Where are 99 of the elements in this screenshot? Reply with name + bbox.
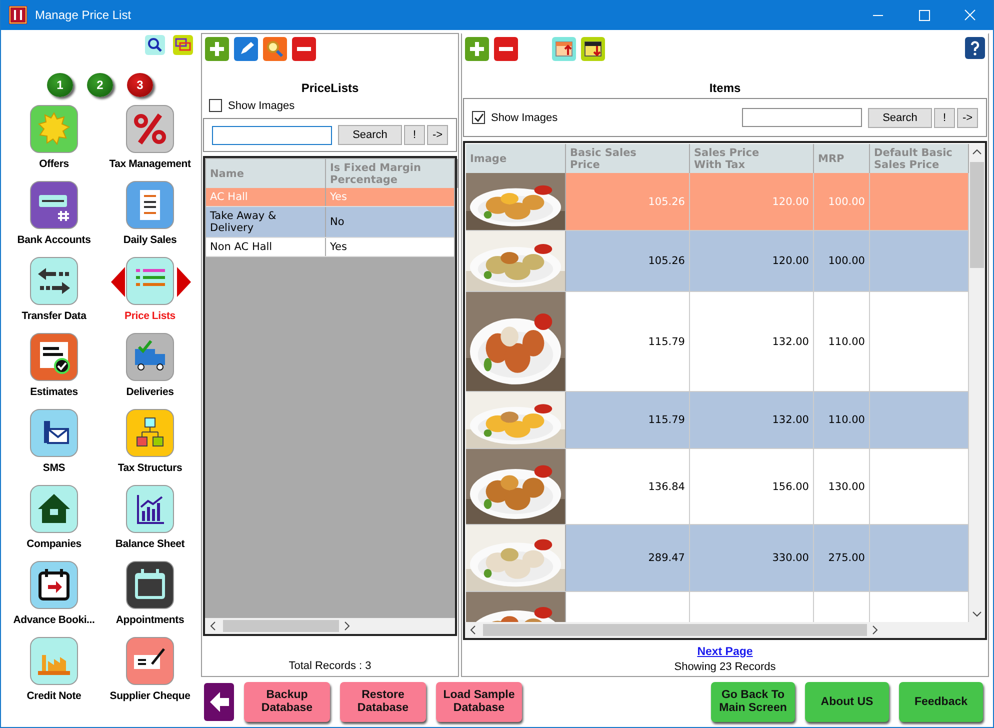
horizontal-scrollbar[interactable] — [205, 618, 455, 634]
table-row[interactable]: 115.79 132.00 110.00 — [466, 392, 969, 449]
module-icon[interactable] — [126, 561, 174, 609]
remove-icon[interactable] — [292, 37, 316, 61]
table-cell: 100.00 — [814, 173, 870, 230]
checkbox-label: Show Images — [491, 112, 558, 124]
search-button[interactable]: Search — [868, 108, 932, 128]
left-triangle-icon — [111, 267, 125, 297]
table-cell-text: Yes — [329, 190, 348, 205]
module-label: Credit Note — [26, 690, 82, 702]
table-cell: 105.26 — [566, 173, 690, 230]
action-button[interactable]: Restore Database — [340, 682, 426, 722]
action-button[interactable]: Load Sample Database — [436, 682, 522, 722]
table-cell: 115.79 — [566, 392, 690, 448]
module-icon[interactable] — [126, 409, 174, 457]
table-cell: 132.00 — [690, 292, 814, 391]
module-label: SMS — [42, 462, 66, 474]
clear-button[interactable]: ! — [404, 125, 425, 145]
page-button[interactable]: 3 — [127, 73, 153, 97]
table-cell: 100.00 — [814, 231, 870, 291]
checkbox[interactable] — [472, 111, 485, 124]
table-cell: 156.00 — [690, 449, 814, 524]
page-button[interactable]: 2 — [87, 73, 113, 97]
table-cell: 130.00 — [814, 449, 870, 524]
action-button[interactable]: Feedback — [899, 682, 983, 722]
module-label: Appointments — [116, 614, 184, 626]
table-cell: 120.00 — [690, 173, 814, 230]
module-label: Tax Management — [109, 158, 191, 170]
panel-title: PriceLists — [300, 81, 360, 95]
module-label: Tax Structurs — [118, 462, 182, 474]
module-label: Daily Sales — [123, 234, 177, 246]
record-count: Showing 23 Records — [674, 661, 776, 673]
table-cell: 105.26 — [566, 231, 690, 291]
clear-button[interactable]: ! — [934, 108, 955, 128]
scroll-thumb[interactable] — [970, 162, 984, 268]
horizontal-scrollbar[interactable] — [465, 622, 985, 638]
table-cell: 275.00 — [814, 525, 870, 591]
pencil-icon[interactable] — [234, 37, 258, 61]
table-cell: 120.00 — [690, 231, 814, 291]
module-icon[interactable] — [30, 485, 78, 533]
cutlery-icon — [9, 6, 27, 24]
table-cell: 289.47 — [566, 525, 690, 591]
table-cell: Take Away & Delivery — [206, 207, 326, 237]
search-icon[interactable] — [263, 37, 287, 61]
module-label: Companies — [26, 538, 82, 550]
table-cell: 330.00 — [690, 525, 814, 591]
module-label: Bank Accounts — [17, 234, 91, 246]
next-button[interactable]: -> — [427, 125, 448, 145]
module-label: Price Lists — [124, 310, 176, 322]
table-row[interactable]: 136.84 156.00 130.00 — [466, 449, 969, 525]
module-label: Supplier Cheque — [110, 690, 190, 702]
search-icon[interactable] — [145, 35, 165, 55]
module-label: Balance Sheet — [115, 538, 185, 550]
table-cell: 115.79 — [566, 292, 690, 391]
add-icon[interactable] — [465, 37, 489, 61]
table-cell: 136.84 — [566, 449, 690, 524]
table-cell: 110.00 — [814, 292, 870, 391]
module-label: Estimates — [30, 386, 78, 398]
table-cell-text: No — [329, 215, 346, 230]
action-button[interactable]: About US — [805, 682, 889, 722]
window-title: Manage Price List — [35, 8, 132, 22]
module-label: Deliveries — [126, 386, 174, 398]
add-icon[interactable] — [205, 37, 229, 61]
panel-title: Items — [708, 81, 742, 95]
windows-icon[interactable] — [173, 35, 193, 55]
module-label: Offers — [39, 158, 69, 170]
vertical-scrollbar[interactable] — [969, 144, 985, 622]
module-label: Advance Booki... — [13, 614, 95, 626]
next-button[interactable]: -> — [957, 108, 978, 128]
module-icon[interactable] — [126, 485, 174, 533]
search-button[interactable]: Search — [338, 125, 402, 145]
table-row[interactable]: Take Away & Delivery No — [206, 207, 454, 238]
table-cell: AC Hall — [206, 188, 326, 206]
record-count: Total Records : 3 — [288, 660, 372, 672]
remove-icon[interactable] — [494, 37, 518, 61]
table-cell: 110.00 — [814, 392, 870, 448]
help-icon[interactable] — [965, 37, 985, 59]
module-icon[interactable] — [30, 409, 78, 457]
table-cell-text: Yes — [329, 240, 348, 255]
action-button[interactable]: Go Back To Main Screen — [711, 682, 795, 722]
module-icon[interactable] — [30, 257, 78, 305]
checkbox[interactable] — [209, 99, 222, 112]
table-row[interactable]: Non AC Hall Yes — [206, 238, 454, 257]
right-triangle-icon — [177, 267, 191, 297]
module-icon[interactable] — [126, 181, 174, 229]
search-field[interactable] — [212, 126, 332, 144]
module-icon[interactable] — [126, 637, 174, 685]
table-cell: Non AC Hall — [206, 238, 326, 256]
checkbox-label: Show Images — [228, 100, 295, 112]
module-icon[interactable] — [30, 561, 78, 609]
table-down-icon[interactable] — [581, 37, 605, 61]
next-page-link[interactable]: Next Page — [697, 646, 753, 658]
module-label: Transfer Data — [22, 310, 86, 322]
table-cell: 132.00 — [690, 392, 814, 448]
action-button[interactable]: Backup Database — [244, 682, 330, 722]
page-button[interactable]: 1 — [47, 73, 73, 97]
table-up-icon[interactable] — [552, 37, 576, 61]
module-icon[interactable] — [30, 333, 78, 381]
search-field[interactable] — [742, 108, 862, 127]
